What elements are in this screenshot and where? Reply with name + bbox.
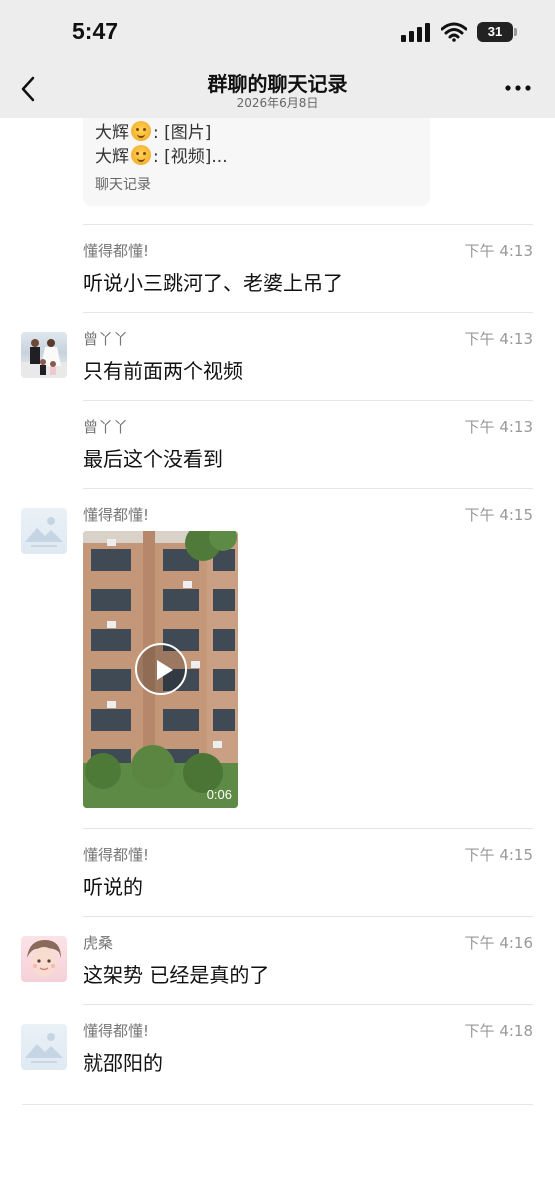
message-sender: 懂得都懂! — [83, 846, 150, 864]
image-placeholder-icon — [25, 517, 63, 547]
battery-icon: 31 — [477, 22, 517, 42]
end-divider — [22, 1104, 533, 1105]
message-time: 下午 4:15 — [464, 506, 533, 524]
message-text[interactable]: 听说小三跳河了、老婆上吊了 — [83, 267, 343, 296]
forwarded-content: : [图片] — [153, 123, 212, 143]
message-text[interactable]: 这架势 已经是真的了 — [83, 959, 269, 988]
more-button[interactable] — [503, 76, 533, 100]
status-time: 5:47 — [72, 18, 119, 44]
message-text[interactable]: 只有前面两个视频 — [83, 355, 243, 384]
avatar[interactable] — [21, 332, 67, 378]
wedding-photo-icon — [21, 339, 67, 378]
forwarded-record-line: 大辉 : [图片] — [95, 118, 211, 143]
video-thumbnail[interactable]: 0:06 — [83, 531, 238, 808]
forwarded-record-line: 大辉 : [视频]... — [95, 142, 228, 167]
message-divider — [83, 400, 533, 401]
message-sender: 懂得都懂! — [83, 242, 150, 260]
cellular-signal-icon — [401, 23, 430, 42]
message-time: 下午 4:13 — [464, 418, 533, 436]
avatar[interactable] — [21, 508, 67, 554]
nav-bar: 群聊的聊天记录 2026年6月8日 — [0, 62, 555, 118]
message-divider — [83, 224, 533, 225]
message-time: 下午 4:16 — [464, 934, 533, 952]
message-time: 下午 4:18 — [464, 1022, 533, 1040]
forwarded-sender: 大辉 — [95, 123, 129, 143]
avatar[interactable] — [21, 1024, 67, 1070]
message-sender: 懂得都懂! — [83, 1022, 150, 1040]
status-bar: 5:47 31 — [0, 0, 555, 62]
status-icons: 31 — [401, 20, 517, 44]
cartoon-face-icon — [27, 940, 61, 977]
message-divider — [83, 916, 533, 917]
wifi-icon — [441, 22, 467, 42]
forwarded-sender: 大辉 — [95, 147, 129, 167]
message-sender: 曾丫丫 — [83, 418, 129, 436]
message-sender: 懂得都懂! — [83, 506, 150, 524]
message-divider — [83, 488, 533, 489]
forwarded-chat-record-card[interactable]: 大辉 : [图片] 大辉 : [视频]... 聊天记录 — [83, 118, 430, 206]
message-divider — [83, 1004, 533, 1005]
sun-emoji-icon — [131, 144, 151, 165]
page-title: 群聊的聊天记录 — [207, 72, 348, 96]
forwarded-content: : [视频]... — [153, 147, 228, 167]
image-placeholder-icon — [25, 1033, 63, 1063]
message-text[interactable]: 就邵阳的 — [83, 1047, 163, 1076]
more-dots-icon — [505, 85, 531, 91]
message-time: 下午 4:13 — [464, 330, 533, 348]
message-time: 下午 4:13 — [464, 242, 533, 260]
message-time: 下午 4:15 — [464, 846, 533, 864]
play-button[interactable] — [135, 643, 187, 695]
message-sender: 曾丫丫 — [83, 330, 129, 348]
message-divider — [83, 828, 533, 829]
page-subtitle-date: 2026年6月8日 — [236, 96, 319, 110]
message-text[interactable]: 听说的 — [83, 871, 143, 900]
video-duration: 0:06 — [206, 787, 232, 802]
message-text[interactable]: 最后这个没看到 — [83, 443, 223, 472]
avatar[interactable] — [21, 936, 67, 982]
message-divider — [83, 312, 533, 313]
message-sender: 虎桑 — [83, 934, 114, 952]
sun-emoji-icon — [131, 120, 151, 141]
forwarded-card-footer: 聊天记录 — [95, 177, 151, 193]
